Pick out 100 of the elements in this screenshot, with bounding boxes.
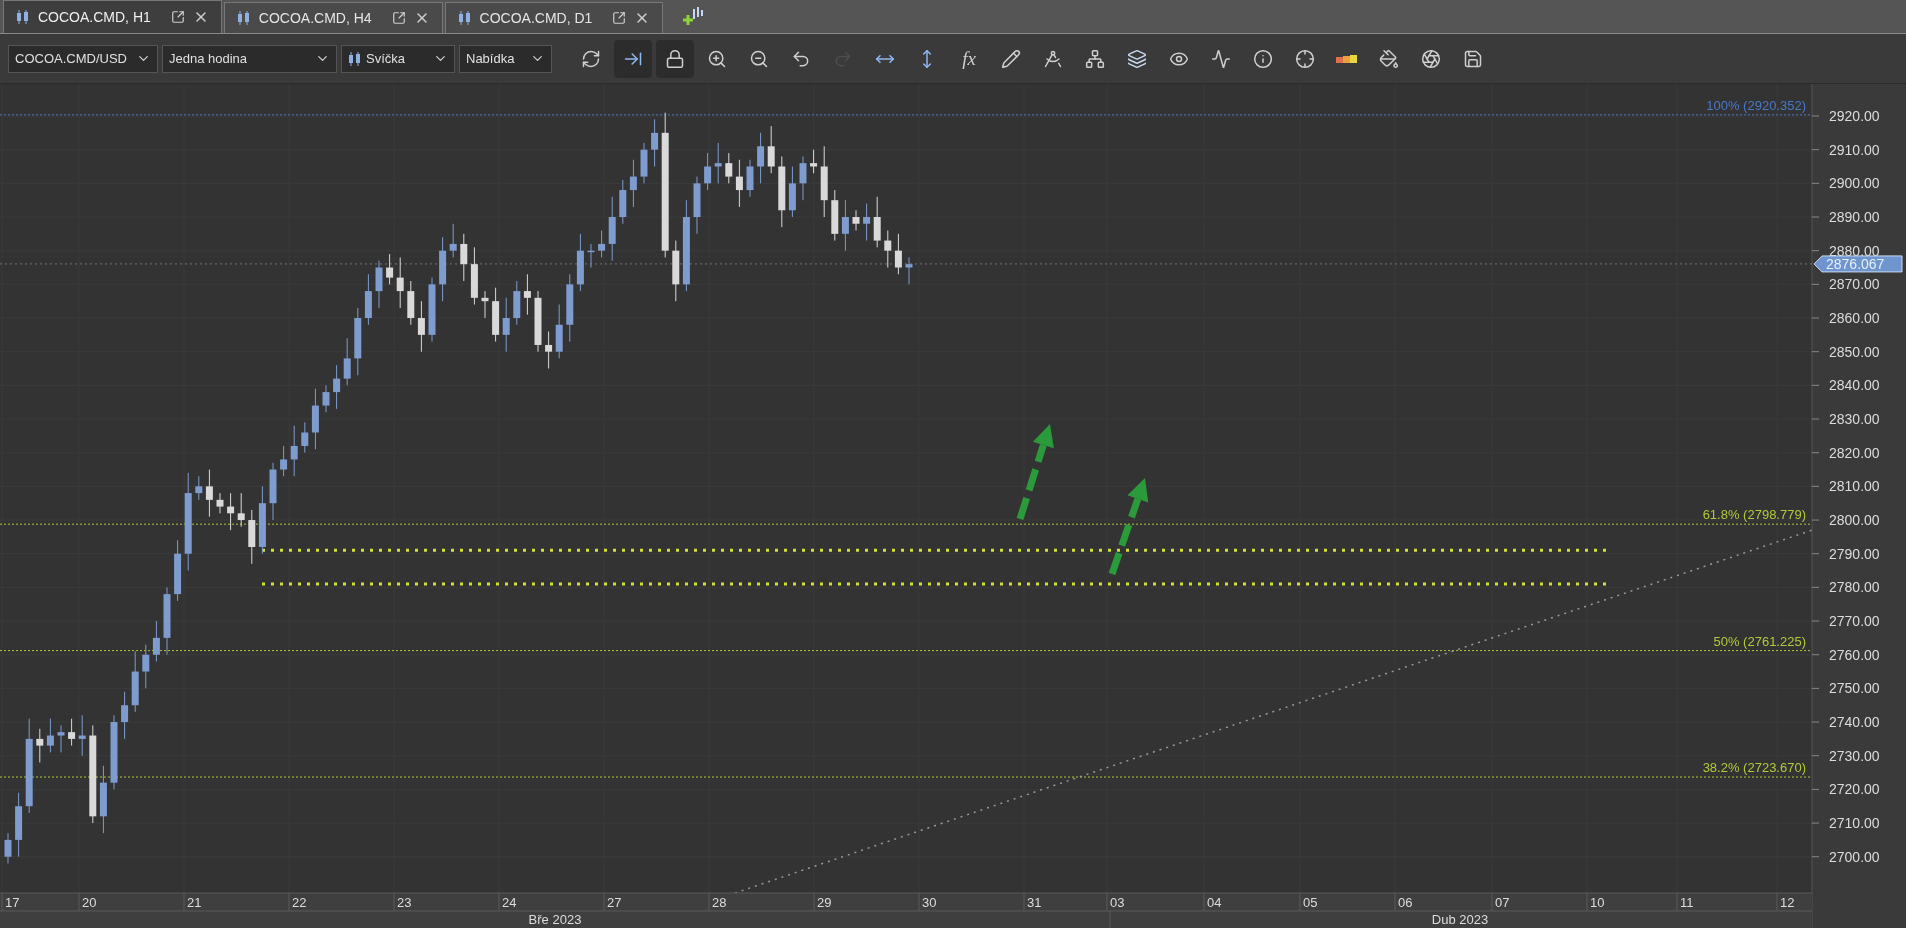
pop-out-icon[interactable] bbox=[612, 11, 627, 25]
candlestick bbox=[841, 199, 849, 252]
price-axis-label: 2860.00 bbox=[1829, 310, 1880, 326]
month-axis-label: Dub 2023 bbox=[1431, 912, 1489, 927]
candlestick bbox=[407, 280, 415, 326]
candlestick bbox=[343, 337, 351, 386]
price-axis-label: 2910.00 bbox=[1829, 141, 1880, 158]
price-side-dropdown[interactable]: Nabídka bbox=[459, 44, 552, 73]
price-axis-label: 2890.00 bbox=[1829, 209, 1880, 225]
candlestick bbox=[15, 792, 23, 858]
candlestick bbox=[311, 388, 319, 450]
fibonacci-level-label: 100% (2920.352) bbox=[1706, 97, 1806, 113]
candlestick bbox=[99, 765, 107, 834]
candlestick bbox=[704, 152, 712, 191]
candlestick bbox=[301, 421, 309, 454]
pop-out-icon[interactable] bbox=[391, 11, 406, 25]
candlestick bbox=[248, 509, 256, 565]
tab-label: COCOA.CMD, H1 bbox=[38, 7, 151, 27]
date-axis-label: 06 bbox=[1398, 895, 1413, 910]
price-axis-label: 2810.00 bbox=[1829, 478, 1880, 495]
date-axis-label: 22 bbox=[292, 895, 307, 910]
instrument-dropdown[interactable]: COCOA.CMD/USD bbox=[8, 44, 158, 73]
crosshair-icon bbox=[1295, 48, 1315, 69]
candlestick bbox=[375, 260, 383, 309]
date-axis-label: 05 bbox=[1303, 895, 1318, 910]
candlestick bbox=[523, 273, 531, 316]
date-axis-label: 03 bbox=[1110, 895, 1125, 910]
candlestick bbox=[873, 196, 881, 248]
price-axis-label: 2870.00 bbox=[1829, 276, 1880, 293]
date-axis-label: 30 bbox=[922, 895, 937, 910]
candlestick bbox=[269, 462, 277, 521]
date-axis-label: 28 bbox=[712, 895, 727, 910]
date-axis-label: 21 bbox=[187, 895, 202, 910]
candlestick bbox=[576, 233, 584, 292]
candles-icon bbox=[236, 10, 251, 26]
indicator-button[interactable]: fx bbox=[950, 39, 988, 78]
candlestick bbox=[555, 304, 563, 359]
candlestick bbox=[598, 230, 606, 258]
lock-button[interactable] bbox=[656, 39, 694, 78]
chart-tab[interactable]: COCOA.CMD, H4 bbox=[223, 2, 443, 33]
fibonacci-level-label: 61.8% (2798.779) bbox=[1702, 507, 1806, 523]
candlestick bbox=[534, 290, 542, 353]
price-axis-label: 2760.00 bbox=[1829, 646, 1880, 663]
date-axis-label: 29 bbox=[817, 895, 832, 910]
candlestick bbox=[735, 159, 743, 208]
candlestick bbox=[492, 287, 500, 343]
candlestick bbox=[396, 256, 404, 309]
candlestick bbox=[131, 650, 139, 713]
candles-icon bbox=[16, 9, 30, 25]
candlestick bbox=[354, 307, 362, 376]
candlestick bbox=[566, 273, 574, 343]
candlestick bbox=[68, 718, 76, 747]
candlestick bbox=[4, 832, 12, 864]
candlestick bbox=[152, 620, 160, 662]
date-axis-label: 31 bbox=[1027, 895, 1042, 910]
candlestick bbox=[174, 539, 182, 602]
date-axis-label: 12 bbox=[1780, 895, 1795, 910]
compass-icon bbox=[1043, 48, 1063, 69]
candlestick bbox=[216, 492, 224, 514]
candlestick bbox=[470, 246, 478, 306]
candlestick bbox=[163, 586, 171, 656]
chart-tab[interactable]: COCOA.CMD, D1 bbox=[444, 2, 664, 33]
paint-bucket-icon bbox=[1379, 48, 1399, 69]
candlestick bbox=[237, 492, 245, 528]
candlestick bbox=[227, 492, 235, 531]
price-axis-label: 2830.00 bbox=[1829, 411, 1880, 428]
period-dropdown[interactable]: Jedna hodina bbox=[162, 44, 337, 73]
date-axis-label: 17 bbox=[5, 895, 20, 910]
candlestick bbox=[205, 469, 213, 518]
candlestick bbox=[460, 233, 468, 282]
price-axis-label: 2780.00 bbox=[1829, 579, 1880, 596]
pop-out-icon[interactable] bbox=[170, 10, 185, 24]
date-axis-label: 24 bbox=[502, 895, 517, 910]
price-axis-label: 2710.00 bbox=[1829, 815, 1880, 832]
candlestick bbox=[725, 152, 733, 184]
autoscroll-button[interactable] bbox=[614, 39, 652, 78]
fibonacci-level-label: 38.2% (2723.670) bbox=[1702, 760, 1806, 776]
candles-icon bbox=[457, 10, 472, 26]
candlestick bbox=[714, 142, 722, 184]
candlestick bbox=[78, 714, 86, 757]
candlestick bbox=[767, 125, 775, 174]
candlestick bbox=[894, 233, 902, 275]
candlestick bbox=[502, 297, 510, 353]
candlestick bbox=[386, 253, 394, 285]
candlestick bbox=[142, 644, 150, 689]
candlestick bbox=[428, 277, 436, 343]
candlestick bbox=[195, 475, 203, 501]
refresh-icon bbox=[581, 48, 601, 69]
price-chart[interactable] bbox=[0, 84, 1906, 928]
price-axis-label: 2800.00 bbox=[1829, 512, 1880, 529]
candlestick bbox=[121, 691, 129, 740]
candlestick bbox=[672, 240, 680, 302]
candlestick bbox=[884, 230, 892, 268]
current-price-tag: 2876.067 bbox=[1813, 255, 1903, 273]
candlestick bbox=[746, 159, 754, 198]
fibonacci-level-label: 50% (2761.225) bbox=[1713, 633, 1806, 649]
chart-tab[interactable]: COCOA.CMD, H1 bbox=[3, 0, 222, 33]
chart-type-dropdown[interactable]: Svíčka bbox=[341, 44, 455, 73]
add-chart-icon[interactable] bbox=[681, 5, 704, 27]
candlestick bbox=[513, 280, 521, 326]
